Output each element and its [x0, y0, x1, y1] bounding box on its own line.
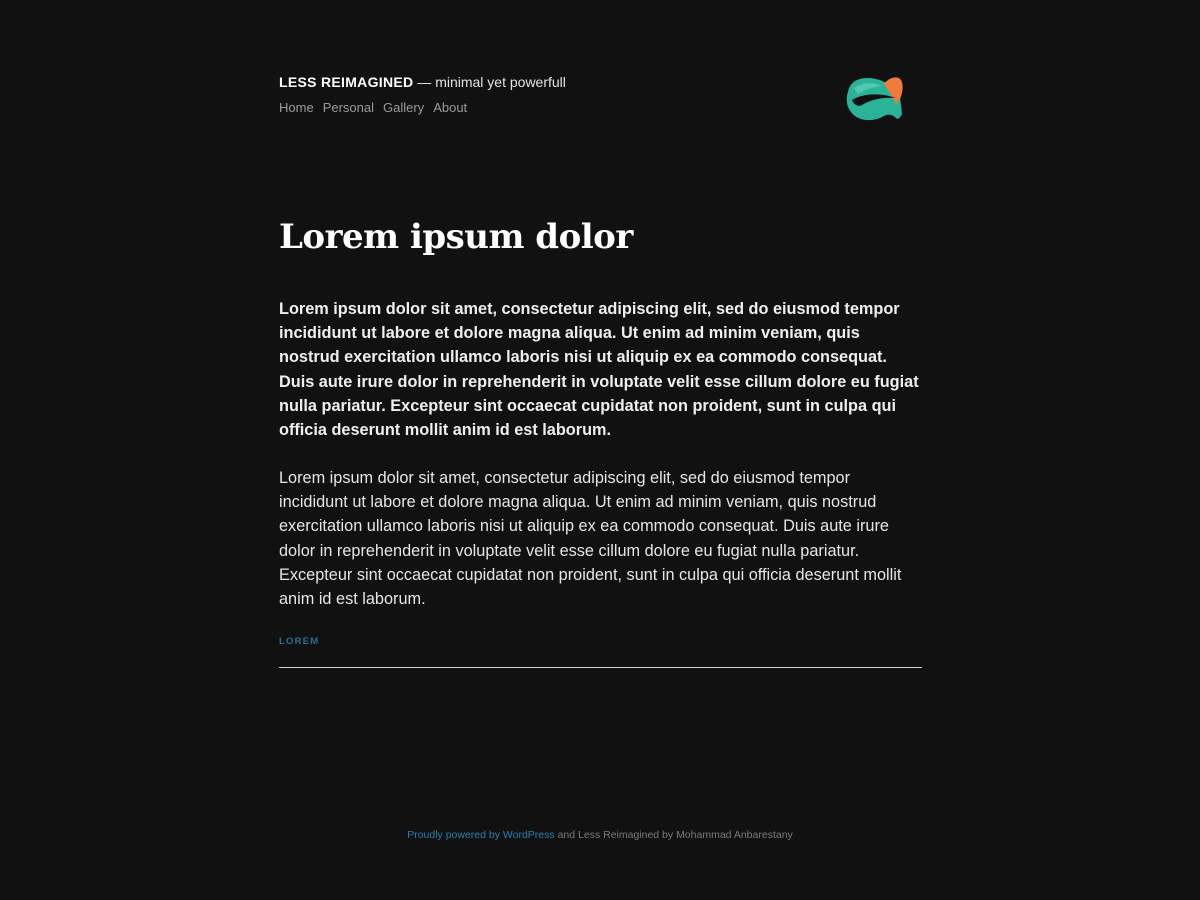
nav-item-personal[interactable]: Personal — [323, 99, 374, 117]
nav-item-about[interactable]: About — [433, 99, 467, 117]
site-title-separator: — — [413, 74, 436, 90]
site-title[interactable]: LESS REIMAGINED — [279, 74, 413, 90]
footer-credit: and Less Reimagined by Mohammad Anbarest… — [554, 829, 793, 841]
post-divider — [279, 667, 922, 668]
fish-logo-icon[interactable] — [844, 74, 906, 124]
post-lead-paragraph: Lorem ipsum dolor sit amet, consectetur … — [279, 300, 919, 440]
nav-item-gallery[interactable]: Gallery — [383, 99, 424, 117]
primary-nav: Home Personal Gallery About — [279, 99, 467, 117]
post-body-paragraph: Lorem ipsum dolor sit amet, consectetur … — [279, 469, 902, 609]
site-header: LESS REIMAGINED — minimal yet powerfull … — [279, 72, 921, 132]
site-footer: Proudly powered by WordPress and Less Re… — [0, 828, 1200, 842]
post-title: Lorem ipsum dolor — [279, 217, 633, 257]
post-tag-link[interactable]: LOREM — [279, 636, 319, 648]
footer-powered-link[interactable]: Proudly powered by WordPress — [407, 829, 554, 841]
site-tagline: minimal yet powerfull — [435, 74, 566, 90]
nav-item-home[interactable]: Home — [279, 99, 314, 117]
site-branding: LESS REIMAGINED — minimal yet powerfull — [279, 72, 566, 92]
